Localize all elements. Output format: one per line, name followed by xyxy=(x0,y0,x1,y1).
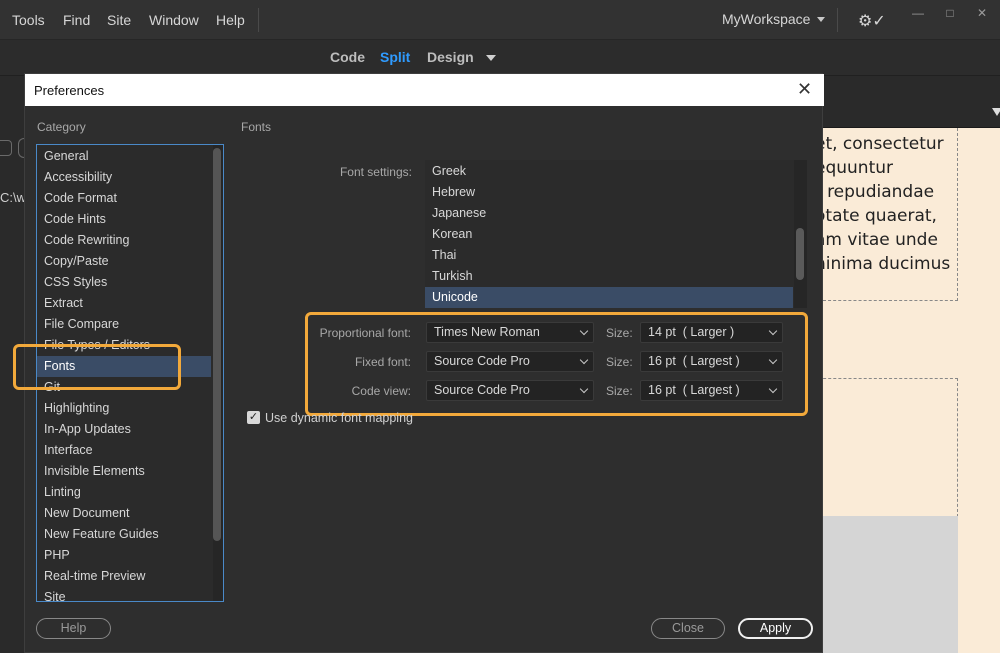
category-item[interactable]: Real-time Preview xyxy=(37,566,211,587)
category-item[interactable]: PHP xyxy=(37,545,211,566)
category-item[interactable]: Code Rewriting xyxy=(37,230,211,251)
tab-design[interactable]: Design xyxy=(427,49,474,65)
help-button[interactable]: Help xyxy=(36,618,111,639)
left-panel-control[interactable] xyxy=(0,140,12,156)
dialog-title: Preferences xyxy=(34,83,105,98)
category-item[interactable]: Invisible Elements xyxy=(37,461,211,482)
font-setting-item[interactable]: Greek xyxy=(425,161,793,182)
doc-text-line: otate quaerat, xyxy=(815,206,937,226)
filter-icon[interactable] xyxy=(992,108,1000,116)
close-button[interactable]: Close xyxy=(651,618,725,639)
category-item[interactable]: Copy/Paste xyxy=(37,251,211,272)
panel-toolbar xyxy=(823,100,1000,128)
dynamic-font-mapping-label[interactable]: Use dynamic font mapping xyxy=(265,411,413,425)
close-icon[interactable]: ✕ xyxy=(797,80,812,98)
font-setting-item[interactable]: Japanese xyxy=(425,203,793,224)
category-item[interactable]: Interface xyxy=(37,440,211,461)
menu-bar: Tools Find Site Window Help MyWorkspace … xyxy=(0,0,1000,40)
scrollbar-thumb[interactable] xyxy=(213,148,221,541)
category-item[interactable]: File Compare xyxy=(37,314,211,335)
preferences-dialog: Preferences ✕ Category Fonts General Acc… xyxy=(13,73,824,653)
category-item[interactable]: Site xyxy=(37,587,211,601)
path-text: C:\w xyxy=(0,190,26,205)
sync-settings-icon[interactable]: ⚙✓ xyxy=(858,11,886,31)
close-window-icon[interactable]: ✕ xyxy=(970,4,994,24)
category-item[interactable]: New Feature Guides xyxy=(37,524,211,545)
font-setting-item[interactable]: Hebrew xyxy=(425,182,793,203)
category-item[interactable]: General xyxy=(37,146,211,167)
category-item[interactable]: Code Format xyxy=(37,188,211,209)
font-setting-item[interactable]: Korean xyxy=(425,224,793,245)
image-placeholder xyxy=(823,516,958,653)
font-settings-label: Font settings: xyxy=(339,165,412,179)
category-item[interactable]: New Document xyxy=(37,503,211,524)
chevron-down-icon[interactable] xyxy=(817,17,825,22)
section-title: Fonts xyxy=(241,120,272,134)
tab-code[interactable]: Code xyxy=(330,49,365,65)
menu-site[interactable]: Site xyxy=(107,12,131,28)
category-item[interactable]: Accessibility xyxy=(37,167,211,188)
doc-text-line: et, consectetur xyxy=(815,134,944,154)
font-settings-list[interactable]: Greek Hebrew Japanese Korean Thai Turkis… xyxy=(425,160,807,308)
font-setting-item[interactable]: Thai xyxy=(425,245,793,266)
category-item[interactable]: Code Hints xyxy=(37,209,211,230)
menu-find[interactable]: Find xyxy=(63,12,90,28)
apply-button[interactable]: Apply xyxy=(738,618,813,639)
dynamic-font-mapping-checkbox[interactable]: ✓ xyxy=(247,411,260,424)
scrollbar-thumb[interactable] xyxy=(796,228,804,280)
app-window: Tools Find Site Window Help MyWorkspace … xyxy=(0,0,1000,653)
view-mode-bar: Code Split Design xyxy=(0,40,1000,76)
workspace-switcher[interactable]: MyWorkspace xyxy=(722,11,810,27)
category-item[interactable]: CSS Styles xyxy=(37,272,211,293)
category-label: Category xyxy=(37,120,86,134)
tab-split[interactable]: Split xyxy=(380,49,410,65)
maximize-icon[interactable]: □ xyxy=(938,4,962,24)
doc-text-line: am vitae unde xyxy=(815,230,938,250)
minimize-icon[interactable]: — xyxy=(906,4,930,24)
chevron-down-icon[interactable] xyxy=(486,55,496,61)
doc-text-line: ninima ducimus xyxy=(815,254,951,274)
design-view: et, consectetur equuntur t repudiandae o… xyxy=(813,128,1000,653)
doc-text-block: et, consectetur equuntur t repudiandae o… xyxy=(815,128,958,301)
menu-tools[interactable]: Tools xyxy=(12,12,45,28)
category-item[interactable]: Highlighting xyxy=(37,398,211,419)
menu-divider xyxy=(258,8,259,32)
highlight-annotation xyxy=(305,312,808,416)
doc-text-line: equuntur xyxy=(815,158,894,178)
category-item[interactable]: In-App Updates xyxy=(37,419,211,440)
font-setting-item-unicode[interactable]: Unicode xyxy=(425,287,793,308)
menu-help[interactable]: Help xyxy=(216,12,245,28)
category-item[interactable]: Extract xyxy=(37,293,211,314)
dialog-titlebar: Preferences ✕ xyxy=(25,74,824,106)
highlight-annotation xyxy=(13,344,181,390)
menu-window[interactable]: Window xyxy=(149,12,199,28)
doc-text-line: t repudiandae xyxy=(815,182,935,202)
menu-divider xyxy=(837,8,838,32)
font-setting-item[interactable]: Turkish xyxy=(425,266,793,287)
category-item[interactable]: Linting xyxy=(37,482,211,503)
